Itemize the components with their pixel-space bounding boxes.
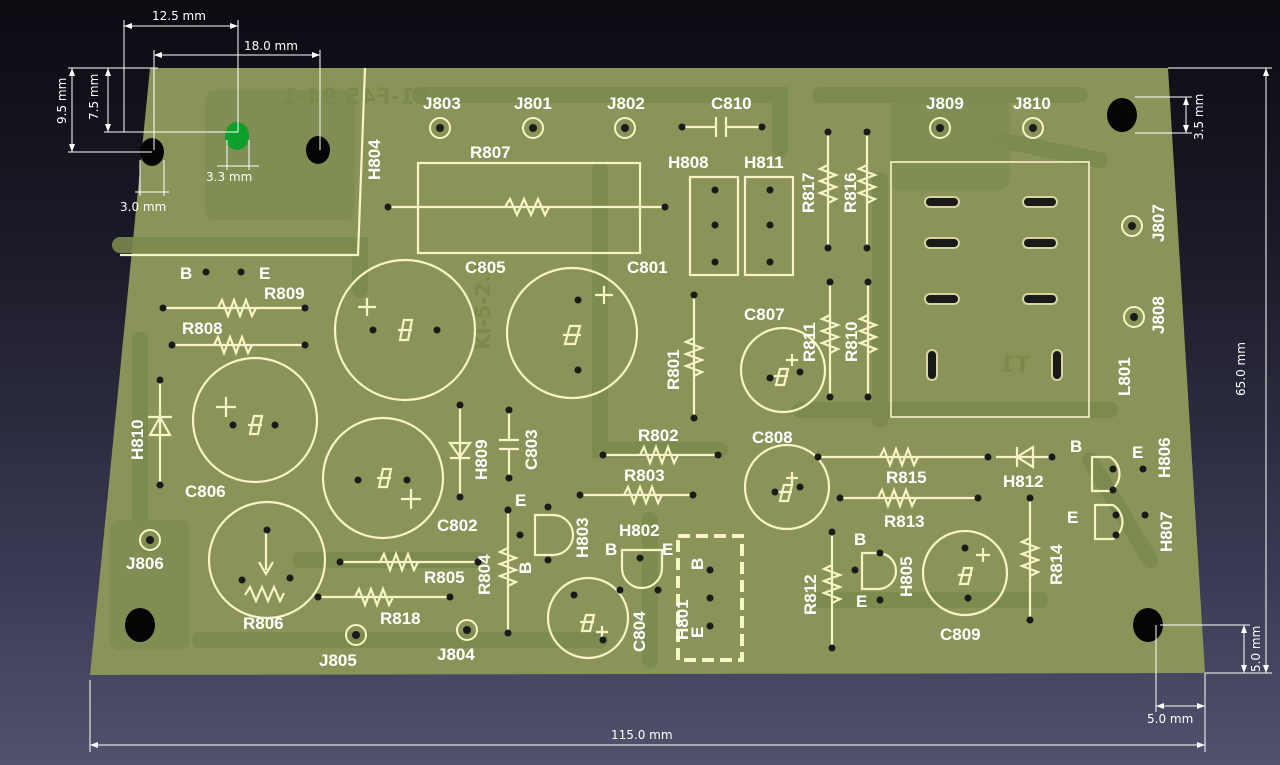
label-r814: R814 — [1047, 544, 1066, 585]
label-c808: C808 — [752, 428, 793, 447]
label-h812: H812 — [1003, 472, 1044, 491]
label-j806: J806 — [126, 554, 164, 573]
label-e6: E — [856, 592, 867, 611]
label-e3: E — [1067, 508, 1078, 527]
label-r804: R804 — [475, 554, 494, 595]
label-b2: B — [1070, 437, 1082, 456]
label-j807: J807 — [1149, 204, 1168, 242]
label-r813: R813 — [884, 512, 925, 531]
label-j809: J809 — [926, 94, 964, 113]
label-c810: C810 — [711, 94, 752, 113]
label-r803: R803 — [624, 466, 665, 485]
mirrored-top-text: E1-F45 94-1 — [282, 85, 430, 110]
label-c809: C809 — [940, 625, 981, 644]
pcb-3d-view: E1-F45 94-1 KI-5-2.0 T1 J803 J801 J802 C… — [55, 9, 1272, 752]
label-j804: J804 — [437, 645, 475, 664]
label-r817: R817 — [799, 172, 818, 213]
dim-65-0: 65.0 mm — [1234, 342, 1248, 396]
label-j810: J810 — [1013, 94, 1051, 113]
label-h809: H809 — [472, 439, 491, 480]
label-e4: E — [515, 491, 526, 510]
label-b6: B — [854, 530, 866, 549]
label-c806: C806 — [185, 482, 226, 501]
label-b3: B — [605, 540, 617, 559]
label-j808: J808 — [1149, 296, 1168, 334]
label-h805: H805 — [897, 556, 916, 597]
dim-3-5: 3.5 mm — [1192, 94, 1206, 140]
label-c803: C803 — [522, 429, 541, 470]
label-h810: H810 — [128, 419, 147, 460]
label-j801: J801 — [514, 94, 552, 113]
dim-12-5: 12.5 mm — [152, 9, 206, 23]
dim-3-3: 3.3 mm — [206, 170, 252, 184]
label-h811: H811 — [744, 153, 784, 172]
label-h802: H802 — [619, 521, 660, 540]
dim-3-0: 3.0 mm — [120, 200, 166, 214]
label-j805: J805 — [319, 651, 357, 670]
label-c801: C801 — [627, 258, 668, 277]
label-l801: L801 — [1115, 357, 1134, 396]
label-c805: C805 — [465, 258, 506, 277]
label-b5: B — [688, 558, 707, 570]
label-r812: R812 — [801, 574, 820, 615]
label-h806: H806 — [1155, 437, 1174, 478]
label-e7: E — [688, 627, 707, 638]
dim-7-5: 7.5 mm — [87, 74, 101, 120]
label-c802: C802 — [437, 516, 478, 535]
label-r818: R818 — [380, 609, 421, 628]
label-e2: E — [1132, 443, 1143, 462]
label-r806: R806 — [243, 614, 284, 633]
label-e5: E — [662, 540, 673, 559]
label-j803: J803 — [423, 94, 461, 113]
label-r809: R809 — [264, 284, 305, 303]
label-b4: B — [516, 562, 535, 574]
label-r816: R816 — [841, 172, 860, 213]
label-r811: R811 — [800, 322, 819, 362]
label-h807: H807 — [1157, 511, 1176, 552]
dim-5-0-bottom: 5.0 mm — [1147, 712, 1193, 726]
dim-9-5: 9.5 mm — [55, 78, 69, 124]
dim-18-0: 18.0 mm — [244, 39, 298, 53]
label-j802: J802 — [607, 94, 645, 113]
dim-5-0-right: 5.0 mm — [1249, 626, 1263, 672]
label-r815: R815 — [886, 468, 927, 487]
label-h803: H803 — [573, 517, 592, 558]
label-r805: R805 — [424, 568, 465, 587]
label-h808: H808 — [668, 153, 709, 172]
dim-115-0: 115.0 mm — [611, 728, 673, 742]
label-r807: R807 — [470, 143, 511, 162]
label-c804: C804 — [630, 611, 649, 652]
mirrored-right-text: T1 — [1000, 353, 1030, 378]
label-r808: R808 — [182, 319, 223, 338]
label-c807: C807 — [744, 305, 785, 324]
label-r801: R801 — [664, 349, 683, 390]
label-e1: E — [259, 264, 270, 283]
label-b1: B — [180, 264, 192, 283]
label-r810: R810 — [842, 321, 861, 362]
label-r802: R802 — [638, 426, 679, 445]
label-h804: H804 — [365, 139, 384, 180]
